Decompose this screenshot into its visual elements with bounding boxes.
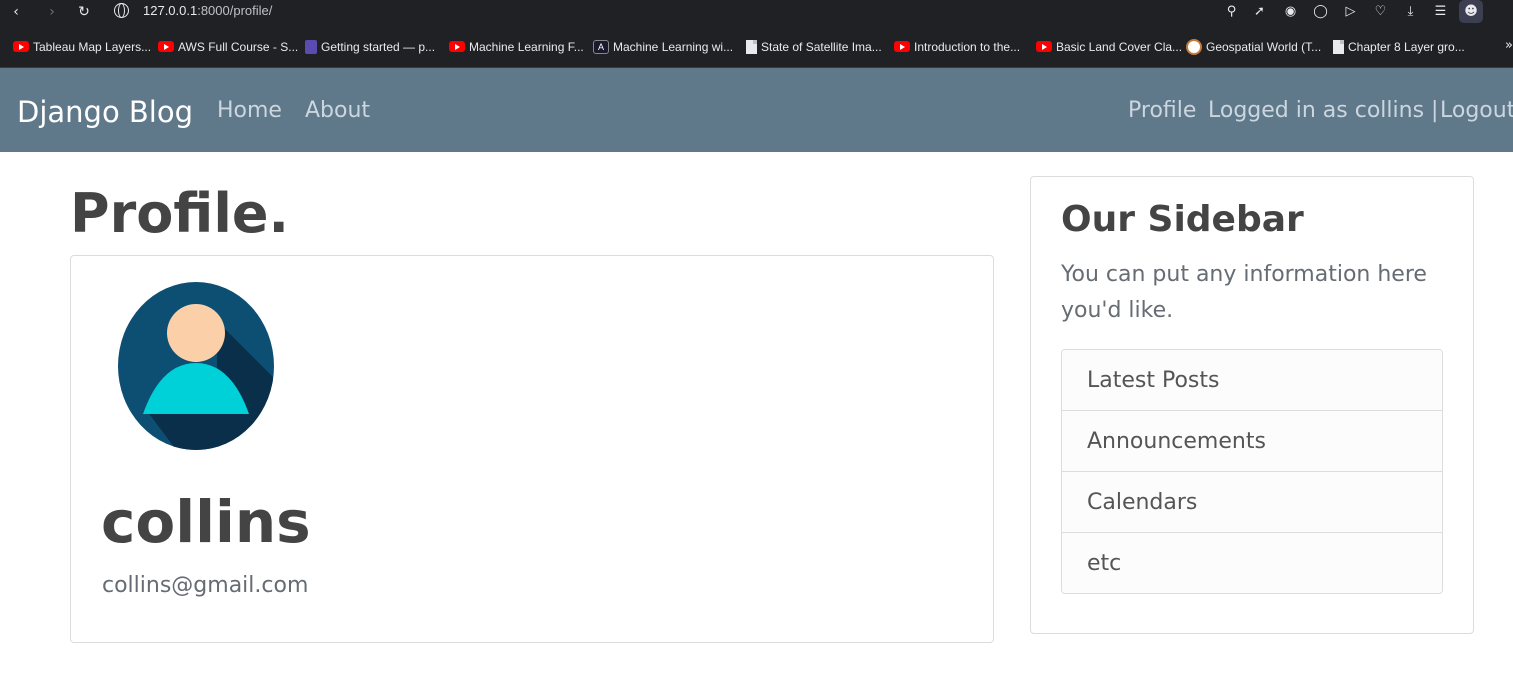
sidebar-title: Our Sidebar xyxy=(1061,199,1304,240)
back-icon[interactable]: ‹ xyxy=(6,2,26,22)
site-info-icon[interactable] xyxy=(114,3,129,18)
nav-home-link[interactable]: Home xyxy=(217,98,282,123)
document-icon xyxy=(1333,39,1344,54)
ml-icon: A xyxy=(593,39,609,54)
sidebar-item-etc[interactable]: etc xyxy=(1062,532,1442,593)
nav-logout-link[interactable]: Logout xyxy=(1440,98,1513,123)
profile-username: collins xyxy=(101,488,311,556)
forward-icon[interactable]: › xyxy=(42,2,62,22)
bookmark-item[interactable]: Tableau Map Layers... xyxy=(13,39,151,55)
sidebar-item-calendars[interactable]: Calendars xyxy=(1062,471,1442,532)
bookmark-label: Introduction to the... xyxy=(914,40,1021,54)
pyscript-icon xyxy=(305,39,317,54)
youtube-icon xyxy=(158,41,174,53)
bookmark-item[interactable]: A Machine Learning wi... xyxy=(593,39,733,55)
sidebar-item-announcements[interactable]: Announcements xyxy=(1062,410,1442,471)
more-bookmarks-icon[interactable]: » xyxy=(1505,38,1513,53)
bookmark-item[interactable]: Getting started — p... xyxy=(305,39,435,55)
sidebar-list: Latest Posts Announcements Calendars etc xyxy=(1061,349,1443,594)
page-title: Profile. xyxy=(70,182,289,245)
url-host: 127.0.0.1 xyxy=(143,3,198,18)
play-icon[interactable]: ▷ xyxy=(1342,3,1359,20)
sidebar-item-latest-posts[interactable]: Latest Posts xyxy=(1062,350,1442,410)
brand-link[interactable]: Django Blog xyxy=(17,95,193,129)
profile-email: collins@gmail.com xyxy=(102,573,309,598)
bookmark-label: Geospatial World (T... xyxy=(1206,40,1322,54)
bookmarks-bar: Tableau Map Layers... AWS Full Course - … xyxy=(0,24,1513,68)
youtube-icon xyxy=(13,41,29,53)
zoom-icon[interactable]: ⚲ xyxy=(1223,3,1240,20)
bookmark-label: Basic Land Cover Cla... xyxy=(1056,40,1183,54)
bookmark-item[interactable]: Basic Land Cover Cla... xyxy=(1036,39,1182,55)
bookmark-label: State of Satellite Ima... xyxy=(761,40,882,54)
profile-card: collins collins@gmail.com xyxy=(70,255,994,643)
youtube-icon xyxy=(449,41,465,53)
screenshot-icon[interactable]: ◉ xyxy=(1282,3,1299,20)
logged-in-text: Logged in as collins | xyxy=(1208,98,1439,123)
reload-icon[interactable]: ↻ xyxy=(74,2,94,22)
youtube-icon xyxy=(894,41,910,53)
sidebar: Our Sidebar You can put any information … xyxy=(1030,176,1474,634)
user-icon[interactable]: ☻ xyxy=(1459,0,1483,23)
heart-icon[interactable]: ♡ xyxy=(1372,3,1389,20)
bookmark-item[interactable]: State of Satellite Ima... xyxy=(746,39,882,55)
bookmark-label: Tableau Map Layers... xyxy=(33,40,152,54)
address-bar[interactable]: 127.0.0.1:8000/profile/ xyxy=(143,3,272,18)
nav-about-link[interactable]: About xyxy=(305,98,370,123)
browser-toolbar: ‹ › ↻ 127.0.0.1:8000/profile/ ⚲ ➚ ◉ ◯ ▷ … xyxy=(0,0,1513,24)
shield-icon[interactable]: ◯ xyxy=(1312,3,1329,20)
bookmark-item[interactable]: Geospatial World (T... xyxy=(1186,38,1322,55)
geospatial-icon xyxy=(1186,38,1202,55)
url-path: :8000/profile/ xyxy=(197,3,273,18)
download-icon[interactable]: ⤓ xyxy=(1402,3,1419,20)
bookmark-label: Chapter 8 Layer gro... xyxy=(1348,40,1465,54)
bookmark-label: Machine Learning F... xyxy=(469,40,584,54)
site-navbar: Django Blog Home About Profile Logged in… xyxy=(0,68,1513,152)
nav-profile-link[interactable]: Profile xyxy=(1128,98,1196,123)
bookmark-label: Getting started — p... xyxy=(321,40,436,54)
menu-icon[interactable]: ☰ xyxy=(1432,3,1449,20)
bookmark-item[interactable]: AWS Full Course - S... xyxy=(158,39,298,55)
share-icon[interactable]: ➚ xyxy=(1251,3,1268,20)
avatar xyxy=(118,282,274,450)
bookmark-label: AWS Full Course - S... xyxy=(178,40,299,54)
youtube-icon xyxy=(1036,41,1052,53)
bookmark-item[interactable]: Machine Learning F... xyxy=(449,39,584,55)
document-icon xyxy=(746,39,757,54)
bookmark-item[interactable]: Chapter 8 Layer gro... xyxy=(1333,39,1465,55)
sidebar-text: You can put any information here you'd l… xyxy=(1061,262,1427,323)
bookmark-item[interactable]: Introduction to the... xyxy=(894,39,1020,55)
bookmark-label: Machine Learning wi... xyxy=(613,40,734,54)
